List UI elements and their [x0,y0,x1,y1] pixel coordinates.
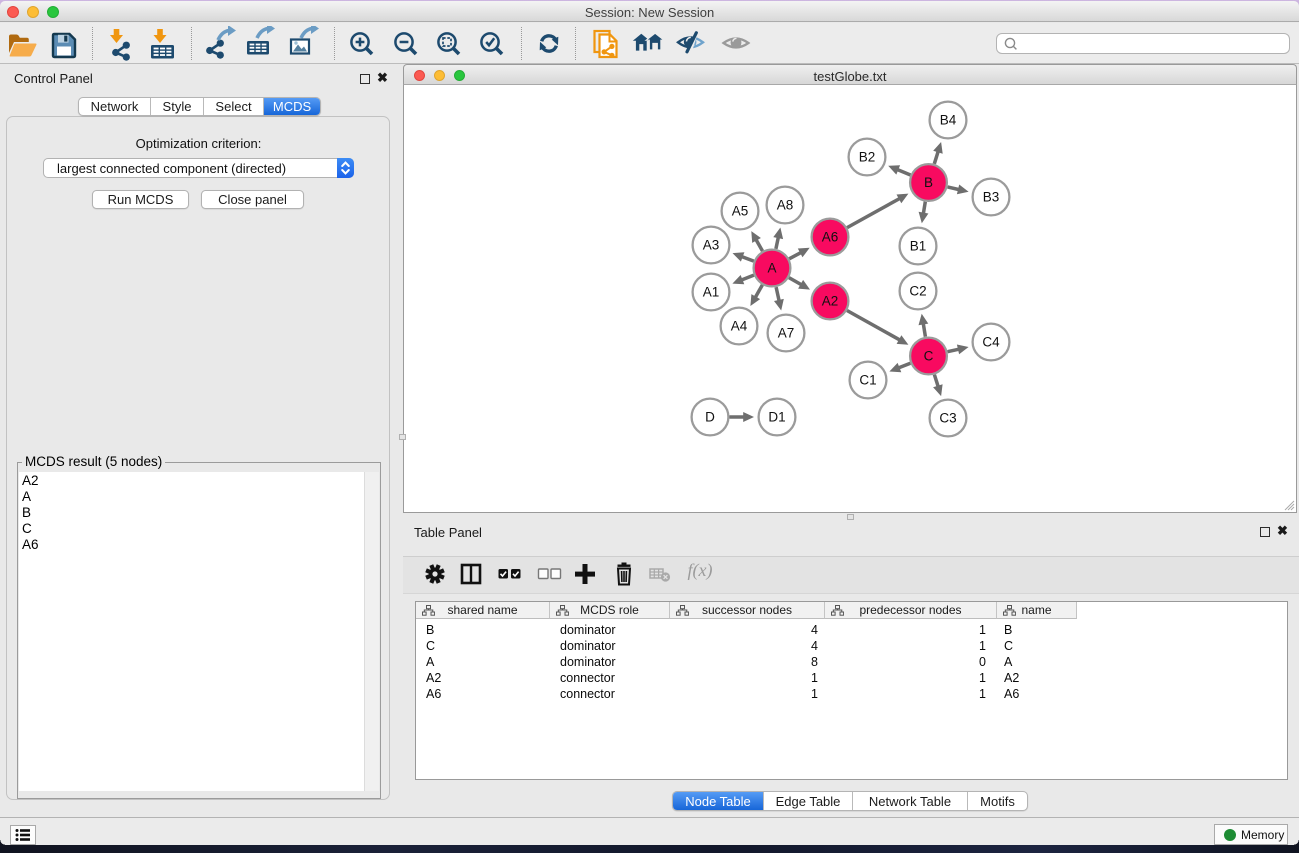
svg-text:B1: B1 [910,239,927,254]
svg-text:B4: B4 [940,113,957,128]
svg-text:A5: A5 [732,204,749,219]
svg-text:D1: D1 [768,410,785,425]
svg-text:C3: C3 [939,411,956,426]
svg-text:A6: A6 [822,230,839,245]
svg-text:B3: B3 [983,190,1000,205]
svg-text:C4: C4 [982,335,1000,350]
svg-text:A2: A2 [822,294,839,309]
svg-text:C2: C2 [909,284,926,299]
svg-text:B2: B2 [859,150,876,165]
svg-text:A: A [767,261,776,276]
svg-text:A1: A1 [703,285,720,300]
svg-text:A8: A8 [777,198,794,213]
svg-text:A7: A7 [778,326,795,341]
svg-text:A3: A3 [703,238,720,253]
svg-text:C1: C1 [859,373,876,388]
svg-text:D: D [705,410,715,425]
svg-text:A4: A4 [731,319,748,334]
svg-text:C: C [924,349,934,364]
svg-text:B: B [924,175,933,190]
